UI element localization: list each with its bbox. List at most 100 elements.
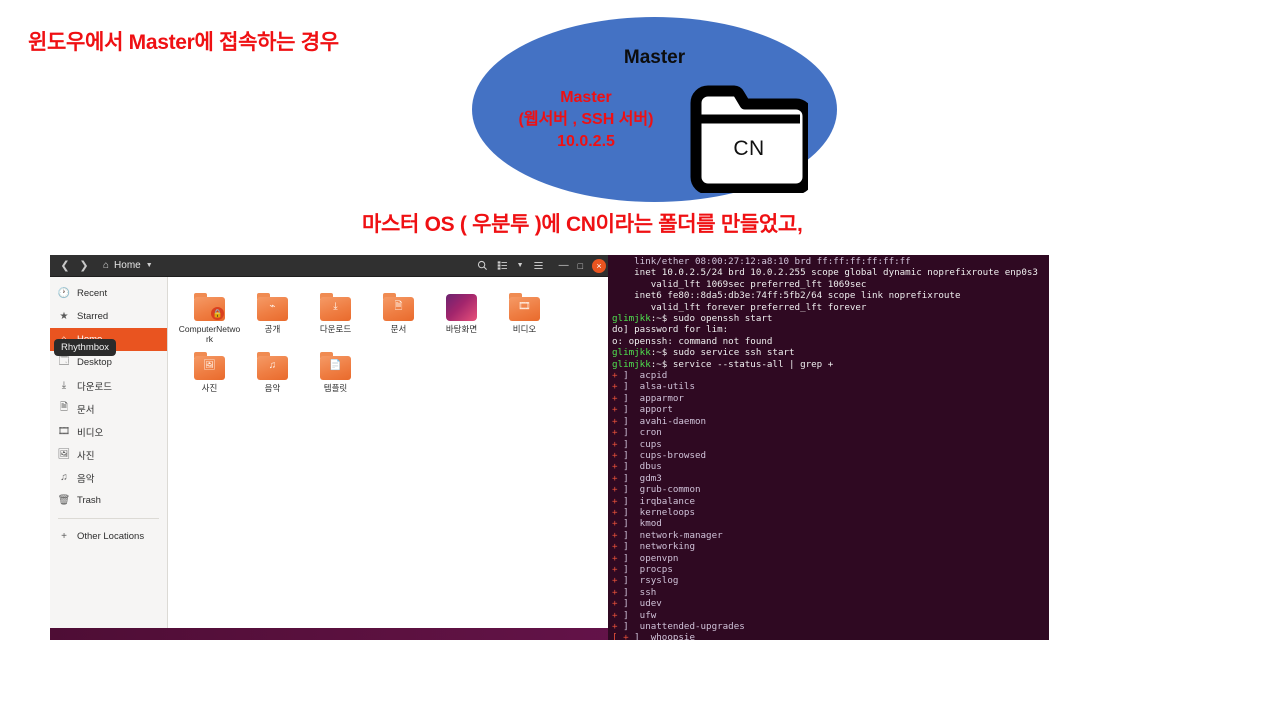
file-item-label: ComputerNetwork bbox=[178, 324, 241, 345]
folder-pictures-icon: 🖼 bbox=[193, 352, 226, 381]
terminal-line: + ] network-manager bbox=[612, 529, 723, 541]
clock-icon: 🕐 bbox=[57, 288, 71, 299]
terminal-line: + ] grub-common bbox=[612, 484, 701, 496]
photo-icon: 🖼 bbox=[57, 449, 71, 460]
folder-documents-icon: 🗎 bbox=[382, 293, 415, 321]
minimize-button[interactable]: — bbox=[553, 260, 569, 271]
file-icon-grid: 🔒 ComputerNetwork ⌁ 공개 ⤓ 다운로드 🗎 문서 바탕화면 🎞 비디오 🖼 사진 ♫ 음… bbox=[178, 293, 613, 401]
terminal-line: o: openssh: command not found bbox=[612, 335, 773, 347]
master-node-details: Master (웹서버 , SSH 서버) 10.0.2.5 bbox=[486, 87, 686, 153]
trash-icon: 🗑 bbox=[57, 495, 71, 506]
terminal-line: [ + ] whoopsie bbox=[612, 632, 695, 640]
cn-folder-label: CN bbox=[733, 137, 765, 160]
folder-desktop-icon bbox=[445, 293, 478, 321]
terminal-line: + ] kerneloops bbox=[612, 506, 695, 518]
sidebar-item-download[interactable]: ⤓ 다운로드 bbox=[50, 374, 167, 397]
file-item-label: 다운로드 bbox=[319, 324, 352, 334]
hamburger-menu-icon[interactable] bbox=[533, 260, 544, 271]
terminal-line: + ] openvpn bbox=[612, 552, 679, 564]
files-content-area[interactable]: 🔒 ComputerNetwork ⌁ 공개 ⤓ 다운로드 🗎 문서 바탕화면 🎞 비디오 🖼 사진 ♫ 음… bbox=[168, 277, 613, 628]
sidebar-item-label: 비디오 bbox=[77, 427, 104, 439]
file-item-label: 문서 bbox=[390, 324, 407, 334]
sidebar-item-trash[interactable]: 🗑 Trash bbox=[50, 489, 167, 512]
folder-shared-icon: ⌁ bbox=[256, 293, 289, 321]
terminal-line: + ] apparmor bbox=[612, 392, 684, 404]
maximize-button[interactable]: □ bbox=[578, 261, 583, 271]
view-chevron-down-icon[interactable]: ▼ bbox=[517, 262, 524, 269]
terminal-line: + ] cron bbox=[612, 427, 662, 439]
file-item[interactable]: 🖼 사진 bbox=[178, 352, 241, 393]
sidebar-item-label: Desktop bbox=[77, 357, 112, 368]
files-body: 🕐Recent★Starred⌂Home🗔Desktop⤓다운로드🗎문서🎞비디오… bbox=[50, 277, 613, 628]
file-item-label: 비디오 bbox=[512, 324, 537, 334]
sidebar-item-video[interactable]: 🎞 비디오 bbox=[50, 420, 167, 443]
back-button[interactable]: ❮ bbox=[56, 257, 74, 275]
master-detail-name: Master bbox=[560, 89, 612, 106]
chevron-down-icon[interactable]: ▼ bbox=[146, 262, 153, 269]
sidebar-item-label: 음악 bbox=[77, 473, 95, 485]
terminal-line: + ] cups-browsed bbox=[612, 449, 707, 461]
breadcrumb-label: Home bbox=[114, 260, 141, 271]
sidebar-item-photo[interactable]: 🖼 사진 bbox=[50, 443, 167, 466]
folder-music-icon: ♫ bbox=[256, 352, 289, 381]
titlebar-actions: ▼ — □ × bbox=[477, 258, 613, 273]
file-item[interactable]: 🗎 문서 bbox=[367, 293, 430, 344]
terminal-line: + ] rsyslog bbox=[612, 575, 679, 587]
music-icon: ♫ bbox=[60, 472, 68, 483]
terminal-line: + ] irqbalance bbox=[612, 495, 695, 507]
terminal-line: + ] cups bbox=[612, 438, 662, 450]
terminal-line: + ] networking bbox=[612, 541, 695, 553]
sidebar-item-music[interactable]: ♫ 음악 bbox=[50, 466, 167, 489]
file-item[interactable]: 🎞 비디오 bbox=[493, 293, 556, 344]
star-icon: ★ bbox=[59, 311, 69, 322]
master-detail-roles: (웹서버 , SSH 서버) bbox=[518, 111, 654, 129]
terminal-line: + ] acpid bbox=[612, 370, 668, 382]
sidebar-item-document[interactable]: 🗎 문서 bbox=[50, 397, 167, 420]
slide-canvas: 윈도우에서 Master에 접속하는 경우 Master Master (웹서버… bbox=[0, 0, 1280, 720]
sidebar-item-clock[interactable]: 🕐 Recent bbox=[50, 282, 167, 305]
slide-caption: 마스터 OS ( 우분투 )에 CN이라는 폴더를 만들었고, bbox=[362, 213, 803, 236]
terminal-line: + ] ufw bbox=[612, 609, 657, 621]
forward-button[interactable]: ❯ bbox=[75, 257, 93, 275]
file-item[interactable]: 바탕화면 bbox=[430, 293, 493, 344]
cn-folder-icon: CN bbox=[690, 85, 808, 193]
master-detail-ip: 10.0.2.5 bbox=[557, 133, 615, 151]
file-item[interactable]: ♫ 음악 bbox=[241, 352, 304, 393]
terminal-line: + ] avahi-daemon bbox=[612, 415, 707, 427]
file-item-label: 사진 bbox=[201, 383, 218, 394]
home-icon: ⌂ bbox=[103, 260, 110, 271]
terminal-line: + ] gdm3 bbox=[612, 472, 662, 484]
terminal-line: + ] apport bbox=[612, 404, 673, 416]
sidebar-item-star[interactable]: ★ Starred bbox=[50, 305, 167, 328]
plus-icon: + bbox=[61, 531, 67, 542]
download-icon: ⤓ bbox=[61, 380, 67, 391]
folder-download-icon: ⤓ bbox=[319, 293, 352, 321]
terminal-line: inet 10.0.2.5/24 brd 10.0.2.255 scope gl… bbox=[612, 267, 1038, 279]
document-icon: 🗎 bbox=[59, 402, 69, 413]
sidebar-divider bbox=[58, 518, 159, 519]
file-item[interactable]: 📄 템플릿 bbox=[304, 352, 367, 393]
terminal-line: + ] udev bbox=[612, 598, 662, 610]
file-item[interactable]: ⤓ 다운로드 bbox=[304, 293, 367, 344]
terminal-line: do] password for lim: bbox=[612, 324, 729, 336]
terminal-line: + ] dbus bbox=[612, 461, 662, 473]
close-button[interactable]: × bbox=[592, 258, 606, 273]
terminal-window[interactable]: link/ether 08:00:27:12:a8:10 brd ff:ff:f… bbox=[608, 255, 1049, 640]
terminal-line: + ] ssh bbox=[612, 586, 657, 598]
terminal-line: + ] unattended-upgrades bbox=[612, 621, 745, 632]
terminal-line: valid_lft forever preferred_lft forever bbox=[612, 301, 867, 313]
sidebar-item-label: Starred bbox=[77, 311, 109, 322]
search-icon[interactable] bbox=[477, 260, 488, 271]
file-item-label: 바탕화면 bbox=[445, 324, 478, 334]
sidebar-item-other-locations[interactable]: + Other Locations bbox=[50, 525, 167, 548]
file-item[interactable]: 🔒 ComputerNetwork bbox=[178, 293, 241, 344]
terminal-line: glimjkk:~$ sudo openssh start bbox=[612, 313, 773, 325]
nav-buttons: ❮ ❯ bbox=[50, 257, 93, 275]
file-item-label: 템플릿 bbox=[323, 383, 348, 394]
terminal-line: link/ether 08:00:27:12:a8:10 brd ff:ff:f… bbox=[612, 256, 911, 267]
breadcrumb[interactable]: ⌂ Home ▼ bbox=[103, 260, 153, 271]
terminal-line: + ] procps bbox=[612, 563, 673, 575]
files-titlebar: ❮ ❯ ⌂ Home ▼ ▼ — □ × bbox=[50, 255, 613, 277]
list-view-icon[interactable] bbox=[497, 260, 508, 271]
file-item[interactable]: ⌁ 공개 bbox=[241, 293, 304, 344]
